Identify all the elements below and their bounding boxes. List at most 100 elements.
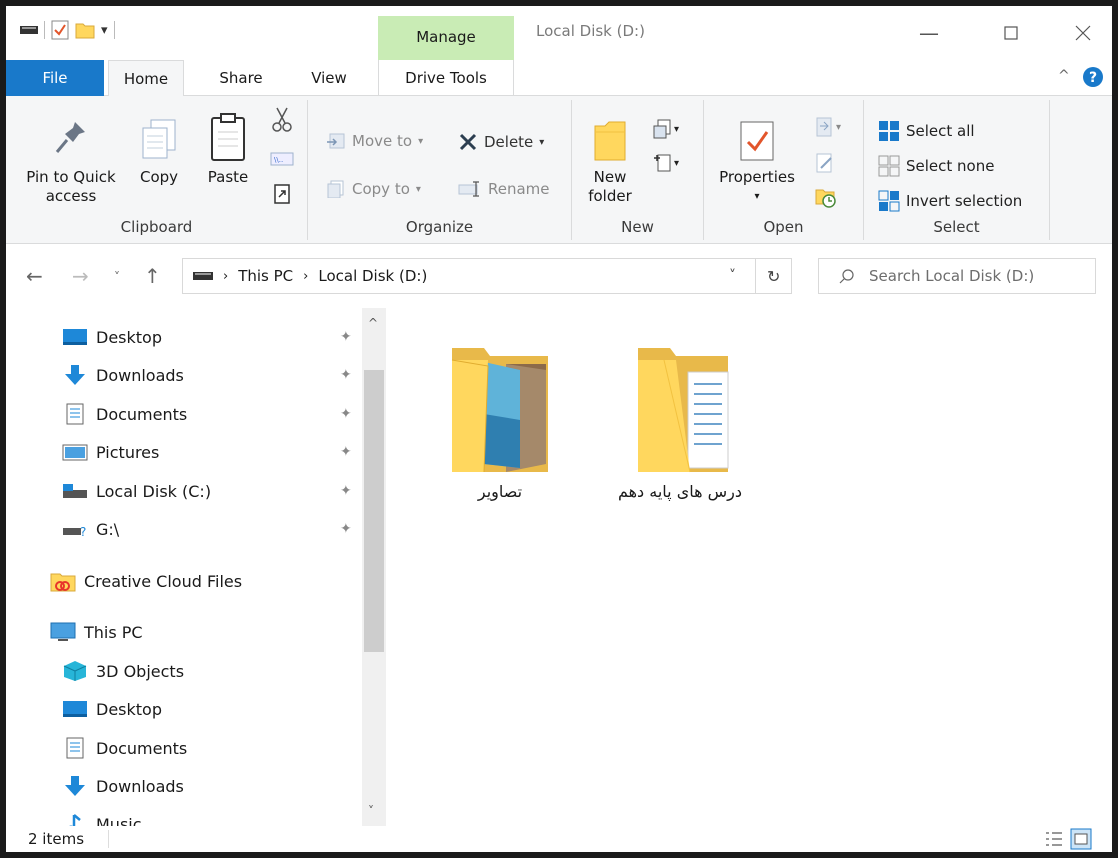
properties-check-icon[interactable] (51, 20, 69, 40)
back-button[interactable]: ← (26, 264, 43, 288)
pictures-folder-icon (451, 348, 548, 473)
help-icon[interactable]: ? (1082, 66, 1104, 88)
tab-manage[interactable]: Manage (378, 16, 514, 60)
maximize-button[interactable] (988, 16, 1034, 50)
scroll-up-icon[interactable]: ^ (368, 316, 378, 330)
scroll-down-icon[interactable]: ˅ (368, 804, 374, 818)
select-none-button[interactable]: Select none (878, 155, 994, 177)
folder-item[interactable]: درس های پایه دهم (600, 344, 760, 501)
copy-path-icon[interactable]: \\.. (270, 150, 294, 168)
nav-item-label: Downloads (96, 365, 184, 385)
documents-folder-icon (638, 348, 729, 473)
nav-item-label: Local Disk (C:) (96, 481, 212, 501)
nav-item-this-pc[interactable]: This PC (50, 617, 143, 647)
new-group-label: New (621, 218, 654, 236)
close-button[interactable] (1060, 16, 1106, 50)
new-item-icon (653, 119, 671, 139)
new-folder-icon[interactable] (75, 20, 95, 40)
edit-icon[interactable] (814, 152, 836, 174)
title-bar: ▾ Manage Local Disk (D:) — (6, 6, 1112, 60)
address-bar[interactable]: › This PC › Local Disk (D:) ˅ ↻ (182, 258, 792, 294)
invert-selection-button[interactable]: Invert selection (878, 190, 1022, 212)
customize-qat-icon[interactable]: ▾ (101, 23, 108, 38)
select-all-button[interactable]: Select all (878, 120, 975, 142)
collapse-ribbon-icon[interactable]: ^ (1058, 68, 1070, 84)
cut-icon[interactable] (272, 106, 292, 132)
paste-button[interactable]: Paste (202, 112, 254, 187)
tab-home[interactable]: Home (108, 60, 184, 97)
tab-drive-tools[interactable]: Drive Tools (378, 60, 514, 96)
nav-item-local-disk-c[interactable]: Local Disk (C:) ✦ (62, 476, 352, 506)
navigation-pane: Desktop ✦ Downloads ✦ Documents ✦ Pictur… (6, 308, 390, 834)
copy-to-button[interactable]: Copy to ▾ (326, 180, 421, 198)
nav-item-g-drive[interactable]: ? G:\ ✦ (62, 514, 352, 544)
open-button[interactable]: ▾ (814, 116, 841, 138)
tab-view[interactable]: View (296, 60, 362, 96)
new-folder-label-line1: New (593, 168, 627, 186)
dropdown-arrow-icon: ▾ (836, 121, 842, 133)
select-group: Select all Select none Invert selection … (864, 100, 1050, 240)
scrollbar-thumb[interactable] (364, 370, 384, 652)
easy-access-button[interactable]: ▾ (652, 152, 679, 174)
up-button[interactable]: ↑ (144, 264, 161, 288)
nav-item-3d-objects[interactable]: 3D Objects (62, 656, 184, 686)
breadcrumb-this-pc[interactable]: This PC (238, 267, 293, 285)
nav-item-downloads-quick[interactable]: Downloads ✦ (62, 360, 352, 390)
pin-icon (55, 122, 85, 153)
rename-icon (458, 181, 479, 197)
delete-button[interactable]: Delete ▾ (458, 132, 544, 152)
forward-button[interactable]: → (72, 264, 89, 288)
rename-label: Rename (488, 180, 550, 198)
pinned-icon: ✦ (340, 444, 352, 460)
nav-item-creative-cloud[interactable]: Creative Cloud Files (50, 566, 242, 596)
large-icons-view-icon[interactable] (1070, 828, 1092, 850)
separator (44, 21, 45, 39)
pinned-icon: ✦ (340, 483, 352, 499)
drive-icon (193, 272, 213, 280)
nav-item-desktop[interactable]: Desktop (62, 694, 162, 724)
tab-file[interactable]: File (6, 60, 104, 96)
nav-item-documents-quick[interactable]: Documents ✦ (62, 399, 352, 429)
recent-locations-button[interactable]: ˅ (114, 270, 120, 284)
new-folder-button[interactable]: New folder (578, 120, 642, 206)
documents-icon (66, 737, 84, 759)
select-none-label: Select none (906, 157, 995, 175)
quick-access-toolbar: ▾ (20, 20, 115, 40)
breadcrumb-local-disk-d[interactable]: Local Disk (D:) (318, 267, 427, 285)
copy-to-label: Copy to (352, 180, 410, 198)
pin-to-quick-access-button[interactable]: Pin to Quick access (16, 118, 126, 206)
new-item-button[interactable]: ▾ (652, 118, 679, 140)
nav-item-label: This PC (84, 622, 143, 642)
details-view-icon[interactable] (1044, 830, 1064, 848)
nav-item-label: Creative Cloud Files (84, 571, 243, 591)
move-to-button[interactable]: Move to ▾ (326, 132, 423, 150)
paste-shortcut-icon[interactable] (274, 184, 290, 204)
minimize-button[interactable]: — (906, 16, 952, 50)
drive-icon: ? (63, 525, 86, 538)
nav-item-downloads[interactable]: Downloads (62, 771, 184, 801)
separator (113, 21, 115, 39)
rename-button[interactable]: Rename (458, 180, 550, 198)
search-icon (839, 269, 854, 284)
nav-scrollbar[interactable]: ^ ˅ (362, 308, 386, 826)
tab-share[interactable]: Share (196, 60, 286, 96)
desktop-icon (63, 329, 87, 345)
new-group: New folder ▾ ▾ New (572, 100, 704, 240)
nav-item-desktop-quick[interactable]: Desktop ✦ (62, 322, 352, 352)
breadcrumb-separator-icon[interactable]: › (223, 269, 228, 284)
history-icon[interactable] (814, 186, 838, 208)
folder-item[interactable]: تصاویر (420, 344, 580, 501)
item-count: 2 items (28, 830, 85, 848)
nav-item-label: Desktop (96, 327, 162, 347)
refresh-icon[interactable]: ↻ (767, 267, 780, 286)
organize-group: Move to ▾ Copy to ▾ Delete ▾ Rename Orga… (308, 100, 572, 240)
invert-selection-label: Invert selection (906, 192, 1023, 210)
properties-button[interactable]: Properties ▾ (712, 120, 802, 206)
search-box[interactable]: Search Local Disk (D:) (818, 258, 1096, 294)
nav-item-documents[interactable]: Documents (62, 733, 187, 763)
nav-item-pictures-quick[interactable]: Pictures ✦ (62, 437, 352, 467)
copy-button[interactable]: Copy (134, 118, 184, 187)
address-dropdown-icon[interactable]: ˅ (729, 268, 736, 284)
downloads-icon (65, 776, 85, 796)
breadcrumb-separator-icon[interactable]: › (303, 269, 308, 284)
